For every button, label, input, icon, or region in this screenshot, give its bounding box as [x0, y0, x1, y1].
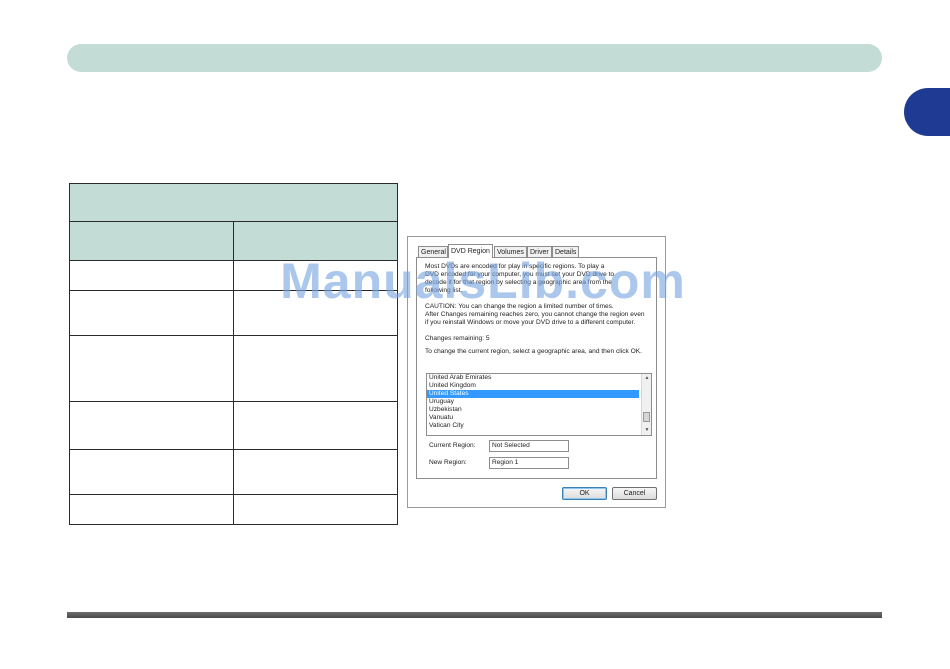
ok-button[interactable]: OK [562, 487, 607, 500]
table-cell [69, 401, 234, 450]
table-row [69, 494, 398, 525]
table-cell [69, 449, 234, 495]
table-title [69, 183, 398, 222]
intro-text-line: decode it for that region by selecting a… [425, 279, 612, 286]
caution-text-line: After Changes remaining reaches zero, yo… [425, 311, 645, 318]
table-row [69, 260, 398, 291]
intro-text-line: following list. [425, 287, 463, 294]
table-row [69, 401, 398, 450]
list-item[interactable]: Uruguay [427, 398, 639, 406]
list-item[interactable]: Vanuatu [427, 414, 639, 422]
listbox-scrollbar[interactable]: ▲ ▼ [641, 374, 651, 435]
tab-details[interactable]: Details [552, 246, 579, 257]
caution-text-line: CAUTION: You can change the region a lim… [425, 303, 614, 310]
list-item[interactable]: Uzbekistan [427, 406, 639, 414]
region-table [69, 183, 398, 525]
table-cell [69, 260, 234, 291]
current-region-field: Not Selected [489, 440, 569, 452]
scroll-down-icon[interactable]: ▼ [642, 426, 651, 435]
table-cell [233, 290, 398, 336]
tab-dvd-region[interactable]: DVD Region [448, 244, 493, 258]
table-row [69, 290, 398, 336]
cancel-button[interactable]: Cancel [612, 487, 657, 500]
table-cell [69, 494, 234, 525]
tab-driver[interactable]: Driver [527, 246, 552, 257]
scroll-up-icon[interactable]: ▲ [642, 374, 651, 383]
list-item[interactable]: United Arab Emirates [427, 374, 639, 382]
changes-remaining-text: Changes remaining: 5 [425, 335, 490, 342]
new-region-field: Region 1 [489, 457, 569, 469]
dvd-region-panel: Most DVDs are encoded for play in specif… [416, 257, 657, 479]
table-row [69, 335, 398, 402]
table-header-cell [233, 221, 398, 261]
intro-text-line: Most DVDs are encoded for play in specif… [425, 263, 605, 270]
caution-text-line: if you reinstall Windows or move your DV… [425, 319, 636, 326]
table-cell [233, 449, 398, 495]
chapter-tab [904, 88, 950, 136]
table-cell [69, 335, 234, 402]
list-item[interactable]: Vatican City [427, 422, 639, 430]
new-region-label: New Region: [429, 459, 467, 466]
instruction-text: To change the current region, select a g… [425, 348, 642, 355]
scroll-thumb[interactable] [643, 412, 650, 422]
table-cell [233, 260, 398, 291]
region-listbox[interactable]: United Arab Emirates United Kingdom Unit… [426, 373, 652, 436]
table-cell [233, 494, 398, 525]
current-region-label: Current Region: [429, 442, 476, 449]
tab-general[interactable]: General [418, 246, 448, 257]
tab-volumes[interactable]: Volumes [494, 246, 527, 257]
list-item-selected[interactable]: United States [427, 390, 639, 398]
table-cell [233, 401, 398, 450]
intro-text-line: DVD encoded for your computer, you must … [425, 271, 615, 278]
table-cell [233, 335, 398, 402]
page-footer-bar [67, 612, 882, 618]
table-cell [69, 290, 234, 336]
table-row [69, 449, 398, 495]
list-item[interactable]: United Kingdom [427, 382, 639, 390]
dvd-properties-dialog: General DVD Region Volumes Driver Detail… [407, 236, 666, 508]
table-header-cell [69, 221, 234, 261]
page-header-bar [67, 44, 882, 72]
